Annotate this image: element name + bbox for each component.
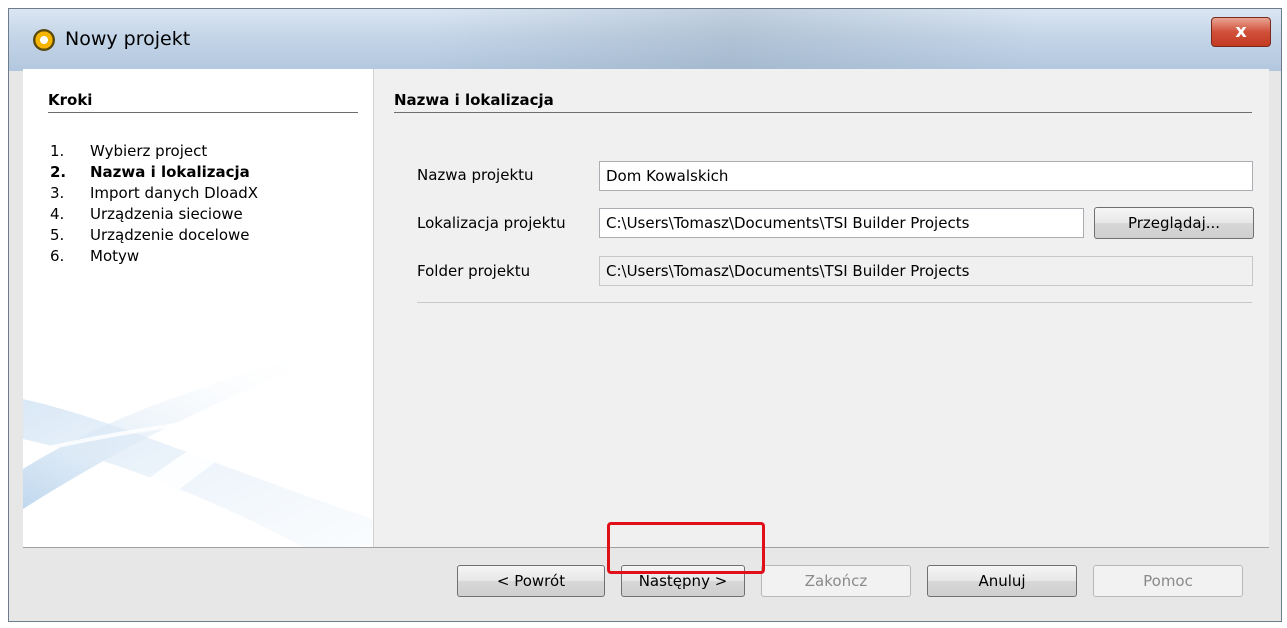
step-item: 3. Import danych DloadX — [50, 183, 258, 204]
project-folder-label: Folder projektu — [417, 262, 531, 280]
back-button[interactable]: < Powrót — [457, 565, 605, 597]
step-label: Import danych DloadX — [90, 184, 259, 202]
step-number: 6. — [50, 247, 65, 265]
main-panel: Nazwa i lokalizacja Nazwa projektu Dom K… — [374, 69, 1269, 547]
finish-button[interactable]: Zakończ — [761, 565, 911, 597]
project-location-input[interactable]: C:\Users\Tomasz\Documents\TSI Builder Pr… — [599, 208, 1084, 238]
step-number: 4. — [50, 205, 65, 223]
step-label: Nazwa i lokalizacja — [90, 163, 250, 181]
step-number: 1. — [50, 142, 65, 160]
panel-title-rule — [394, 112, 1252, 113]
step-number: 5. — [50, 226, 65, 244]
project-name-input[interactable]: Dom Kowalskich — [599, 161, 1253, 191]
step-item-active: 2. Nazwa i lokalizacja — [50, 162, 258, 183]
title-bar-sheen — [429, 9, 1189, 71]
window-title: Nowy projekt — [65, 28, 191, 50]
app-icon — [33, 29, 55, 51]
step-item: 5. Urządzenie docelowe — [50, 225, 258, 246]
step-item: 4. Urządzenia sieciowe — [50, 204, 258, 225]
steps-sidebar: Kroki 1. Wybierz project 2. Nazwa i lokali… — [23, 69, 373, 547]
title-bar[interactable]: Nowy projekt x — [9, 9, 1281, 71]
step-label: Motyw — [90, 247, 140, 265]
step-label: Wybierz project — [90, 142, 208, 160]
help-button[interactable]: Pomoc — [1093, 565, 1243, 597]
step-item: 1. Wybierz project — [50, 141, 258, 162]
next-button-highlight — [607, 522, 765, 574]
step-item: 6. Motyw — [50, 246, 258, 267]
browse-button[interactable]: Przeglądaj... — [1094, 207, 1254, 239]
cancel-button[interactable]: Anuluj — [927, 565, 1077, 597]
step-number: 3. — [50, 184, 65, 202]
step-label: Urządzenie docelowe — [90, 226, 250, 244]
steps-list: 1. Wybierz project 2. Nazwa i lokalizacja … — [50, 141, 258, 267]
decorative-swoosh-image — [23, 359, 373, 547]
dialog-content: Kroki 1. Wybierz project 2. Nazwa i lokali… — [23, 69, 1269, 547]
step-number: 2. — [50, 163, 67, 181]
close-button[interactable]: x — [1211, 17, 1271, 47]
panel-title: Nazwa i lokalizacja — [394, 91, 554, 109]
project-name-label: Nazwa projektu — [417, 166, 534, 184]
project-location-label: Lokalizacja projektu — [417, 214, 566, 232]
fields-separator — [417, 302, 1252, 303]
steps-title: Kroki — [48, 91, 93, 109]
steps-title-rule — [48, 112, 358, 113]
step-label: Urządzenia sieciowe — [90, 205, 243, 223]
project-folder-field: C:\Users\Tomasz\Documents\TSI Builder Pr… — [599, 256, 1253, 286]
